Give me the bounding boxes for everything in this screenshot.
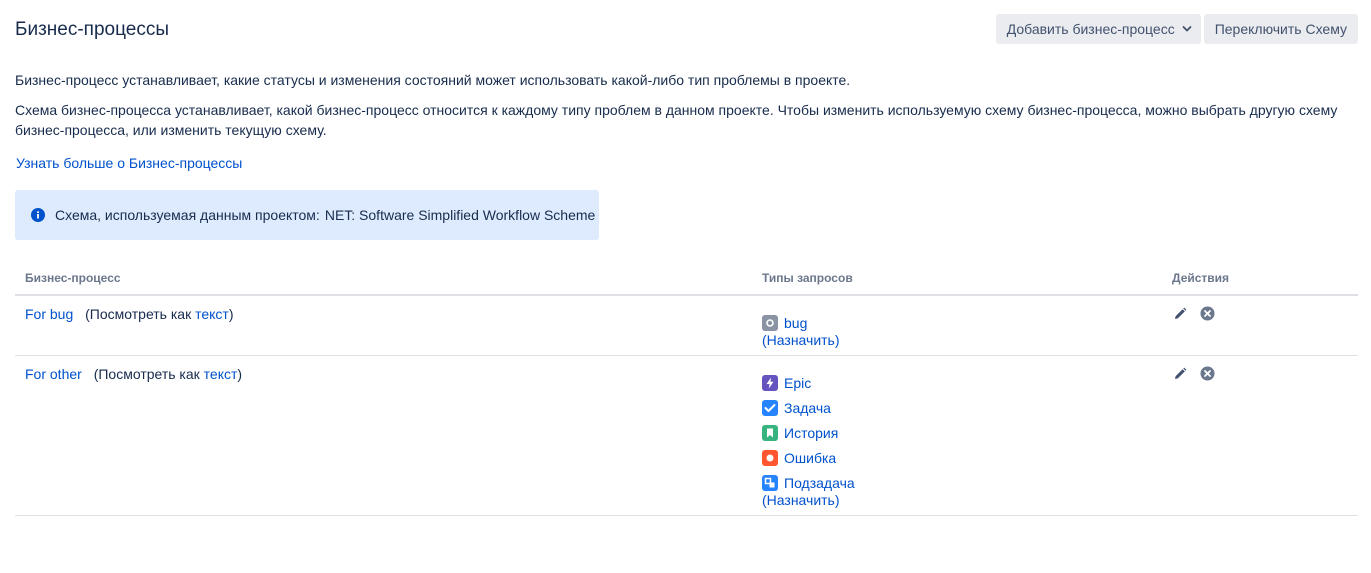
issue-types-cell: Epic Задача История Ошибка Подзадача (На… bbox=[762, 370, 855, 509]
remove-icon[interactable] bbox=[1200, 306, 1215, 321]
scheme-description: Схема бизнес-процесса устанавливает, как… bbox=[15, 102, 1338, 138]
switch-scheme-button[interactable]: Переключить Схему bbox=[1203, 14, 1358, 44]
workflows-page: Бизнес-процессы Добавить бизнес-процесс … bbox=[0, 0, 1371, 573]
story-icon bbox=[762, 424, 778, 441]
issue-type-link[interactable]: bug bbox=[784, 315, 807, 331]
info-icon bbox=[31, 208, 45, 222]
bug-icon bbox=[762, 314, 778, 331]
view-as-suffix: ) bbox=[237, 366, 243, 382]
scheme-info-label: Схема, используемая данным проектом: bbox=[55, 207, 320, 223]
page-title: Бизнес-процессы bbox=[15, 19, 169, 40]
learn-more-link[interactable]: Узнать больше о Бизнес-процессы bbox=[16, 155, 242, 171]
view-as-text: (Посмотреть как текст) bbox=[85, 306, 233, 322]
issue-type-link[interactable]: Ошибка bbox=[784, 450, 836, 466]
issue-type-item: История bbox=[762, 420, 855, 445]
edit-pencil-icon[interactable] bbox=[1172, 366, 1187, 381]
scheme-name: NET: Software Simplified Workflow Scheme bbox=[324, 207, 596, 223]
workflow-description: Бизнес-процесс устанавливает, какие стат… bbox=[15, 72, 851, 88]
workflow-name-link[interactable]: For bug bbox=[25, 306, 73, 322]
issue-type-item: Epic bbox=[762, 370, 855, 395]
error-icon bbox=[762, 449, 778, 466]
view-as-text-link[interactable]: текст bbox=[195, 306, 229, 322]
scheme-info-message: Схема, используемая данным проектом: NET… bbox=[15, 190, 599, 240]
header-workflow: Бизнес-процесс bbox=[25, 271, 121, 285]
table-row: For other (Посмотреть как текст) Epic За… bbox=[15, 356, 1358, 516]
workflows-table: Бизнес-процесс Типы запросов Действия Fo… bbox=[15, 260, 1358, 516]
view-as-text: (Посмотреть как текст) bbox=[94, 366, 242, 382]
issue-type-link[interactable]: История bbox=[784, 425, 838, 441]
view-as-prefix: (Посмотреть как bbox=[85, 306, 196, 322]
workflow-name-link[interactable]: For other bbox=[25, 366, 82, 382]
view-as-text-link[interactable]: текст bbox=[204, 366, 238, 382]
subtask-icon bbox=[762, 474, 778, 491]
task-icon bbox=[762, 399, 778, 416]
toolbar: Добавить бизнес-процесс Переключить Схем… bbox=[995, 14, 1358, 44]
add-workflow-button[interactable]: Добавить бизнес-процесс bbox=[995, 14, 1201, 44]
switch-scheme-label: Переключить Схему bbox=[1214, 21, 1347, 37]
assign-issue-types-link[interactable]: (Назначить) bbox=[762, 491, 855, 509]
workflow-cell: For other (Посмотреть как текст) bbox=[25, 366, 242, 382]
issue-type-item: Ошибка bbox=[762, 445, 855, 470]
header-actions: Действия bbox=[1172, 271, 1230, 285]
assign-issue-types-link[interactable]: (Назначить) bbox=[762, 331, 840, 349]
workflow-cell: For bug (Посмотреть как текст) bbox=[25, 306, 234, 322]
remove-icon[interactable] bbox=[1200, 366, 1215, 381]
issue-type-link[interactable]: Задача bbox=[784, 400, 831, 416]
issue-types-cell: bug (Назначить) bbox=[762, 310, 840, 349]
header-issue-types: Типы запросов bbox=[762, 271, 853, 285]
epic-icon bbox=[762, 374, 778, 391]
view-as-suffix: ) bbox=[228, 306, 234, 322]
issue-type-link[interactable]: Epic bbox=[784, 375, 811, 391]
issue-type-link[interactable]: Подзадача bbox=[784, 475, 855, 491]
actions-cell bbox=[1172, 366, 1215, 381]
actions-cell bbox=[1172, 306, 1215, 321]
edit-pencil-icon[interactable] bbox=[1172, 306, 1187, 321]
chevron-down-icon bbox=[1182, 26, 1192, 32]
issue-type-item: Задача bbox=[762, 395, 855, 420]
table-row: For bug (Посмотреть как текст) bug (Назн… bbox=[15, 296, 1358, 356]
add-workflow-label: Добавить бизнес-процесс bbox=[1006, 21, 1175, 37]
view-as-prefix: (Посмотреть как bbox=[93, 366, 204, 382]
table-header: Бизнес-процесс Типы запросов Действия bbox=[15, 260, 1358, 296]
